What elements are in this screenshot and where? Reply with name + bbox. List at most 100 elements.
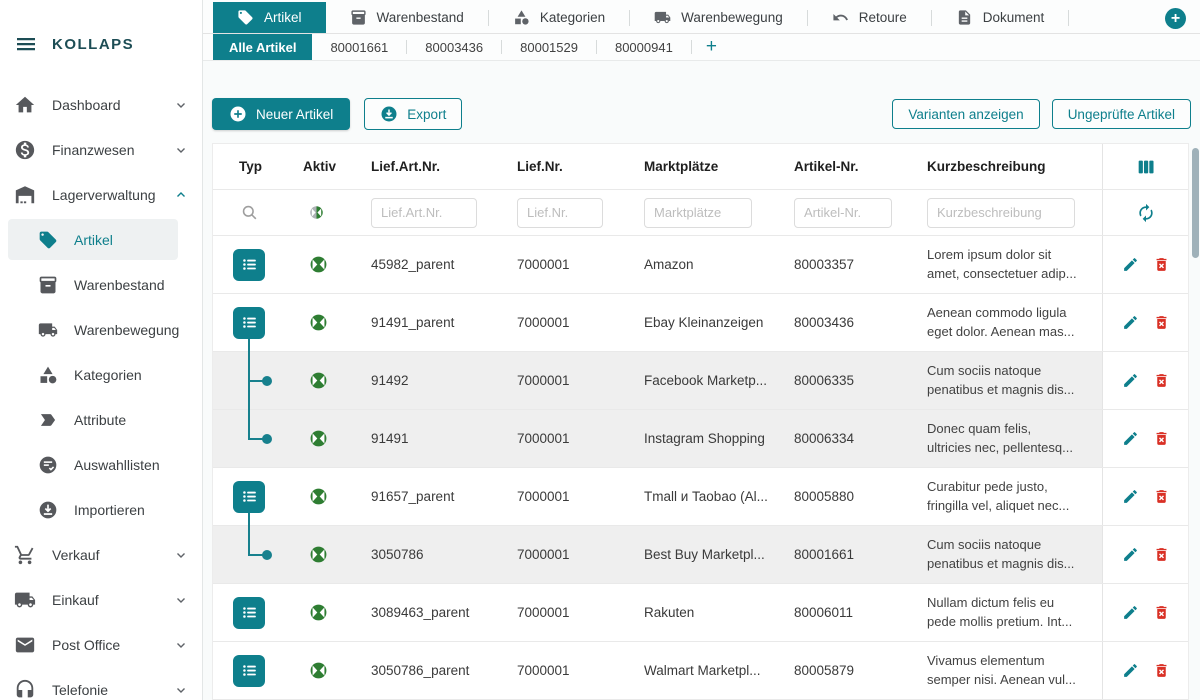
vertical-scrollbar-thumb[interactable] bbox=[1192, 148, 1199, 258]
tab-dokument[interactable]: Dokument bbox=[932, 2, 1069, 33]
article-type-button[interactable] bbox=[233, 655, 265, 687]
edit-icon[interactable] bbox=[1122, 372, 1139, 389]
subtab-article[interactable]: 80001661 bbox=[312, 34, 406, 60]
edit-icon[interactable] bbox=[1122, 488, 1139, 505]
tag-icon bbox=[237, 9, 254, 26]
delete-icon[interactable] bbox=[1153, 488, 1170, 505]
tab-kategorien[interactable]: Kategorien bbox=[489, 2, 629, 33]
table-row: 91657_parent 7000001 Tmall и Taobao (Al.… bbox=[213, 468, 1188, 526]
sidebar-item-finanzwesen[interactable]: Finanzwesen bbox=[0, 127, 202, 172]
active-status-icon[interactable] bbox=[309, 603, 328, 622]
inventory-icon bbox=[350, 9, 367, 26]
sidebar-item-label: Auswahllisten bbox=[74, 457, 160, 473]
tab-label: Artikel bbox=[264, 10, 302, 25]
toolbar: Neuer Artikel Export Varianten anzeigen … bbox=[212, 98, 1191, 130]
tab-artikel[interactable]: Artikel bbox=[213, 2, 326, 33]
edit-icon[interactable] bbox=[1122, 546, 1139, 563]
cell-lief-art-nr: 3089463_parent bbox=[349, 584, 499, 641]
active-status-icon[interactable] bbox=[309, 487, 328, 506]
cell-kurzbeschreibung: Donec quam felis,ultricies nec, pellente… bbox=[927, 420, 1073, 458]
cell-marktplatz: Rakuten bbox=[627, 584, 774, 641]
tab-warenbewegung[interactable]: Warenbewegung bbox=[630, 2, 807, 33]
sidebar-item-label: Einkauf bbox=[52, 592, 99, 608]
active-state-filter-toggle[interactable] bbox=[309, 205, 324, 220]
category-icon bbox=[38, 365, 58, 385]
delete-icon[interactable] bbox=[1153, 256, 1170, 273]
sidebar-item-attribute[interactable]: Attribute bbox=[0, 397, 202, 442]
chevron-down-icon bbox=[174, 638, 188, 652]
delete-icon[interactable] bbox=[1153, 372, 1170, 389]
active-status-icon[interactable] bbox=[309, 313, 328, 332]
filter-lief-nr-input[interactable] bbox=[517, 198, 603, 228]
active-status-icon[interactable] bbox=[309, 661, 328, 680]
download-circle-icon bbox=[380, 105, 398, 123]
article-type-button[interactable] bbox=[233, 307, 265, 339]
cart-icon bbox=[14, 544, 36, 566]
delete-icon[interactable] bbox=[1153, 314, 1170, 331]
sidebar-item-warenbestand[interactable]: Warenbestand bbox=[0, 262, 202, 307]
filter-marktplaetze-input[interactable] bbox=[644, 198, 752, 228]
active-status-icon[interactable] bbox=[309, 371, 328, 390]
cell-lief-art-nr: 91491_parent bbox=[349, 294, 499, 351]
subtab-alle-artikel[interactable]: Alle Artikel bbox=[213, 34, 312, 60]
article-type-button[interactable] bbox=[233, 249, 265, 281]
edit-icon[interactable] bbox=[1122, 314, 1139, 331]
cell-marktplatz: Instagram Shopping bbox=[627, 410, 774, 467]
refresh-icon[interactable] bbox=[1136, 203, 1156, 223]
edit-icon[interactable] bbox=[1122, 256, 1139, 273]
show-variants-button[interactable]: Varianten anzeigen bbox=[892, 99, 1039, 129]
cell-artikel-nr: 80001661 bbox=[774, 526, 911, 583]
filter-artikel-nr-input[interactable] bbox=[794, 198, 892, 228]
hamburger-menu-icon[interactable] bbox=[14, 32, 38, 56]
sidebar-item-telefonie[interactable]: Telefonie bbox=[0, 667, 202, 700]
sidebar-item-importieren[interactable]: Importieren bbox=[0, 487, 202, 532]
tab-warenbestand[interactable]: Warenbestand bbox=[326, 2, 488, 33]
active-status-icon[interactable] bbox=[309, 545, 328, 564]
truck-icon bbox=[38, 320, 58, 340]
table-header-row: Typ Aktiv Lief.Art.Nr. Lief.Nr. Marktplä… bbox=[213, 144, 1188, 190]
add-subtab-button[interactable]: + bbox=[692, 34, 731, 60]
cell-artikel-nr: 80005879 bbox=[774, 642, 911, 699]
subtab-article[interactable]: 80003436 bbox=[407, 34, 501, 60]
article-type-button[interactable] bbox=[233, 597, 265, 629]
delete-icon[interactable] bbox=[1153, 430, 1170, 447]
delete-icon[interactable] bbox=[1153, 662, 1170, 679]
unchecked-articles-label: Ungeprüfte Artikel bbox=[1068, 107, 1175, 122]
chevron-up-icon bbox=[174, 188, 188, 202]
subtab-article[interactable]: 80001529 bbox=[502, 34, 596, 60]
edit-icon[interactable] bbox=[1122, 662, 1139, 679]
tab-retoure[interactable]: Retoure bbox=[808, 2, 931, 33]
sidebar-item-warenbewegung[interactable]: Warenbewegung bbox=[0, 307, 202, 352]
new-article-label: Neuer Artikel bbox=[256, 107, 333, 122]
checklist-icon bbox=[38, 455, 58, 475]
filter-kurzbeschreibung-input[interactable] bbox=[927, 198, 1075, 228]
active-status-icon[interactable] bbox=[309, 255, 328, 274]
tab-label: Dokument bbox=[983, 10, 1045, 25]
sidebar-item-einkauf[interactable]: Einkauf bbox=[0, 577, 202, 622]
active-status-icon[interactable] bbox=[309, 429, 328, 448]
sidebar-item-dashboard[interactable]: Dashboard bbox=[0, 82, 202, 127]
sidebar-item-artikel[interactable]: Artikel bbox=[0, 217, 202, 262]
delete-icon[interactable] bbox=[1153, 546, 1170, 563]
tree-connector bbox=[248, 513, 250, 527]
sidebar-item-lagerverwaltung[interactable]: Lagerverwaltung bbox=[0, 172, 202, 217]
delete-icon[interactable] bbox=[1153, 604, 1170, 621]
cell-lief-art-nr: 91491 bbox=[349, 410, 499, 467]
article-type-button[interactable] bbox=[233, 481, 265, 513]
filter-lief-art-nr-input[interactable] bbox=[371, 198, 477, 228]
sidebar-item-auswahllisten[interactable]: Auswahllisten bbox=[0, 442, 202, 487]
column-header-typ: Typ bbox=[213, 144, 285, 189]
subtab-article[interactable]: 80000941 bbox=[597, 34, 691, 60]
edit-icon[interactable] bbox=[1122, 430, 1139, 447]
columns-icon[interactable] bbox=[1135, 156, 1157, 178]
add-tab-button[interactable]: + bbox=[1165, 8, 1186, 29]
sidebar-item-verkauf[interactable]: Verkauf bbox=[0, 532, 202, 577]
export-button[interactable]: Export bbox=[364, 98, 462, 130]
edit-icon[interactable] bbox=[1122, 604, 1139, 621]
new-article-button[interactable]: Neuer Artikel bbox=[212, 98, 350, 130]
tree-node-dot bbox=[262, 376, 272, 386]
sidebar-item-post-office[interactable]: Post Office bbox=[0, 622, 202, 667]
sidebar-item-kategorien[interactable]: Kategorien bbox=[0, 352, 202, 397]
sidebar-item-label: Verkauf bbox=[52, 547, 99, 563]
unchecked-articles-button[interactable]: Ungeprüfte Artikel bbox=[1052, 99, 1191, 129]
